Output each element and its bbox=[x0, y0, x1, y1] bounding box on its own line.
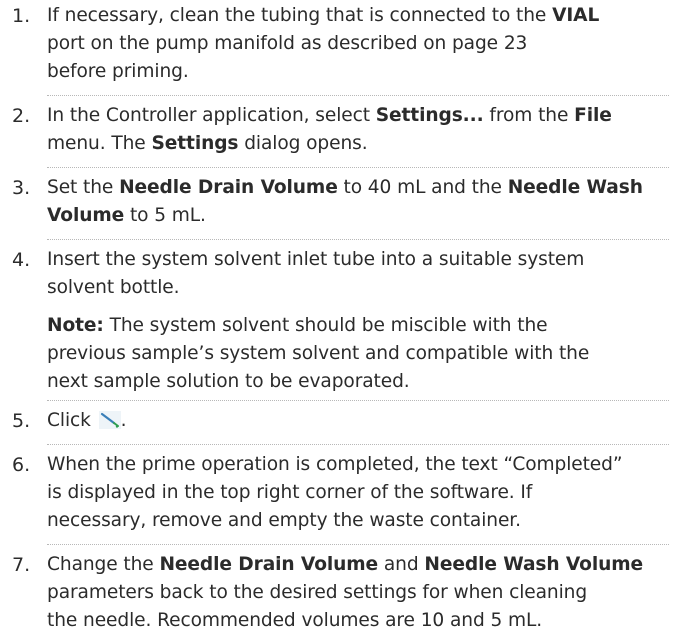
step-number: 5. bbox=[12, 410, 31, 432]
step-text-run: is displayed in the top right corner of … bbox=[47, 482, 533, 503]
port-name: VIAL bbox=[552, 5, 600, 26]
dialog-name: Settings bbox=[151, 133, 239, 154]
menu-item-name: Settings... bbox=[375, 105, 484, 126]
step-text-run: If necessary, clean the tubing that is c… bbox=[47, 5, 553, 26]
step-text: Set the Needle Drain Volume to 40 mL and… bbox=[47, 174, 677, 230]
step-text: When the prime operation is completed, t… bbox=[47, 451, 677, 535]
menu-name: File bbox=[574, 105, 612, 126]
step-number: 4. bbox=[12, 249, 31, 271]
step-text-run: the needle. Recommended volumes are 10 a… bbox=[47, 610, 543, 631]
step-text-run: to 5 mL. bbox=[124, 205, 206, 226]
parameter-name: Needle Drain Volume bbox=[159, 554, 379, 575]
step-text-run: necessary, remove and empty the waste co… bbox=[47, 510, 521, 531]
step-text-run: to 40 mL and the bbox=[337, 177, 508, 198]
step-text-run: Set the bbox=[47, 177, 120, 198]
note-block: Note: The system solvent should be misci… bbox=[47, 312, 677, 396]
step-text-run: Change the bbox=[47, 554, 160, 575]
step-number: 2. bbox=[12, 105, 31, 127]
step-text: Click . bbox=[47, 407, 677, 435]
step-number: 3. bbox=[12, 177, 31, 199]
step-text-run: port on the pump manifold as described o… bbox=[47, 33, 528, 54]
step-text: If necessary, clean the tubing that is c… bbox=[47, 2, 677, 86]
parameter-name: Needle Wash bbox=[507, 177, 643, 198]
note-label: Note: bbox=[47, 315, 104, 336]
step-text-run: Insert the system solvent inlet tube int… bbox=[47, 249, 585, 270]
step-divider bbox=[47, 167, 669, 168]
step-text-run: . bbox=[120, 410, 127, 431]
step-divider bbox=[47, 544, 669, 545]
step-text-run: solvent bottle. bbox=[47, 277, 180, 298]
step-text-run: When the prime operation is completed, t… bbox=[47, 454, 623, 475]
step-text-run: parameters back to the desired settings … bbox=[47, 582, 588, 603]
step-divider bbox=[47, 95, 669, 96]
step-text-run: before priming. bbox=[47, 61, 189, 82]
step-number: 6. bbox=[12, 454, 31, 476]
note-text: next sample solution to be evaporated. bbox=[47, 371, 410, 392]
step-number: 1. bbox=[12, 5, 31, 27]
note-text: previous sample’s system solvent and com… bbox=[47, 343, 590, 364]
step-divider bbox=[47, 400, 669, 401]
step-number: 7. bbox=[12, 554, 31, 576]
parameter-name: Needle Wash Volume bbox=[424, 554, 644, 575]
step-text-run: In the Controller application, select bbox=[47, 105, 376, 126]
note-text: The system solvent should be miscible wi… bbox=[103, 315, 548, 336]
step-divider bbox=[47, 239, 669, 240]
step-text-run: and bbox=[378, 554, 425, 575]
step-text-run: Click bbox=[47, 410, 97, 431]
step-text: Insert the system solvent inlet tube int… bbox=[47, 246, 677, 302]
step-divider bbox=[47, 444, 669, 445]
step-text: In the Controller application, select Se… bbox=[47, 102, 677, 158]
step-text: Change the Needle Drain Volume and Needl… bbox=[47, 551, 677, 635]
step-text-run: dialog opens. bbox=[238, 133, 368, 154]
parameter-name: Needle Drain Volume bbox=[119, 177, 338, 198]
step-text-run: menu. The bbox=[47, 133, 152, 154]
parameter-name: Volume bbox=[47, 205, 125, 226]
step-text-run: from the bbox=[483, 105, 575, 126]
prime-needle-icon[interactable] bbox=[98, 410, 121, 429]
